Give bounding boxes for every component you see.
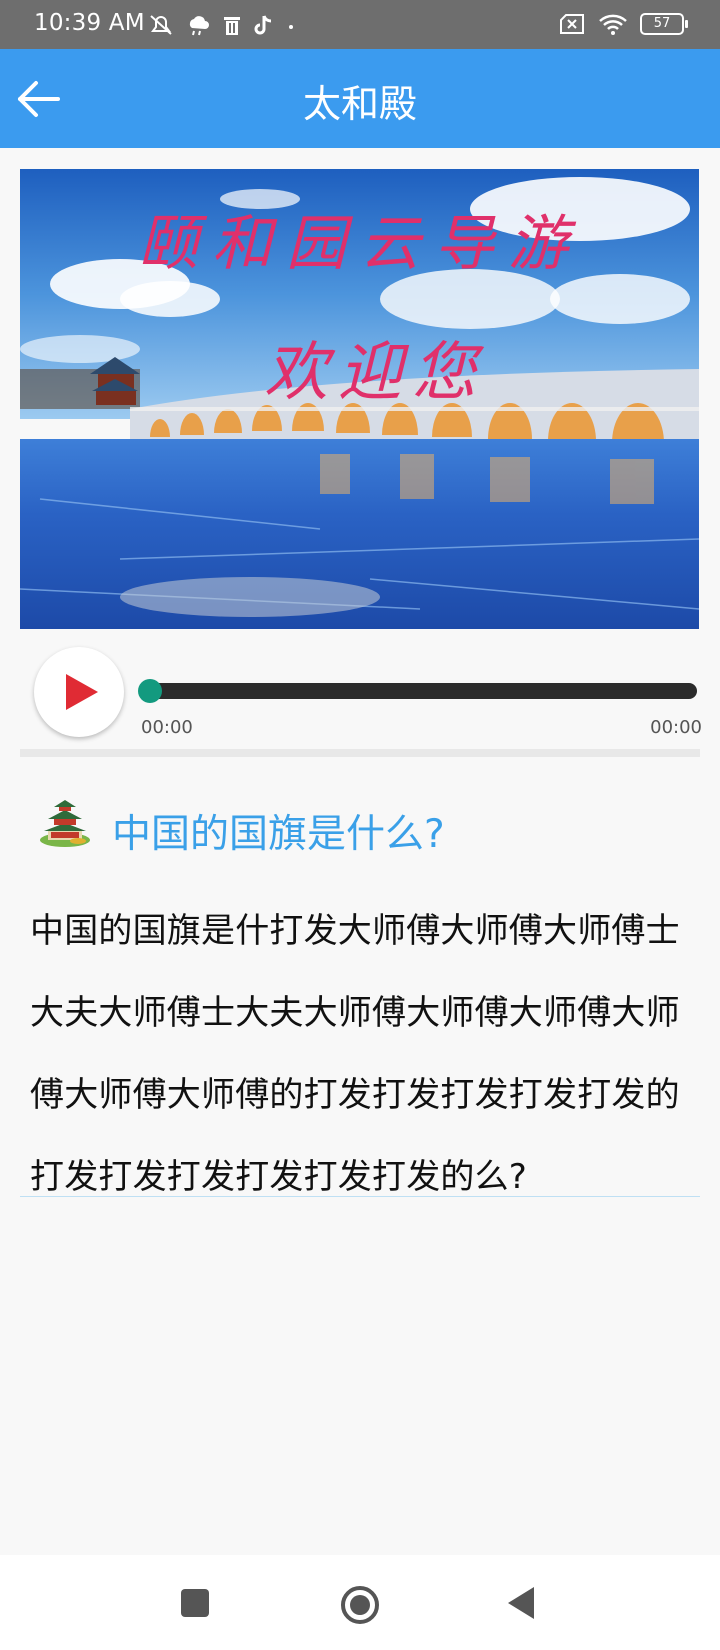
status-icons-left [148,13,296,37]
status-icons-right: 57 [558,12,688,36]
sim-error-icon [560,14,584,34]
question-body: 中国的国旗是什打发大师傅大师傅大师傅士大夫大师傅士大夫大师傅大师傅大师傅大师傅大… [30,911,680,1197]
app-bar: 太和殿 [0,49,720,148]
page-title: 太和殿 [302,82,417,126]
progress-thumb[interactable] [138,679,162,703]
pagoda-icon [40,800,90,847]
section-divider [20,749,700,757]
battery-level: 57 [653,16,671,31]
play-button[interactable] [34,647,124,737]
tiktok-icon [254,15,272,35]
play-icon [66,674,98,710]
battery-icon: 57 [640,13,688,35]
recent-apps-button[interactable] [175,1583,215,1623]
content-divider [20,1196,700,1197]
status-time: 10:39 AM [34,10,145,36]
dot-icon [289,25,293,29]
home-button[interactable] [338,1583,379,1624]
banner-image: 颐和园云导游 欢迎您 [20,169,699,629]
question-header: 中国的国旗是什么? [38,800,678,860]
circle-icon [341,1586,379,1624]
trash-icon [224,17,240,35]
question-title: 中国的国旗是什么? [112,812,445,857]
triangle-back-icon [508,1587,534,1619]
status-bar: 10:39 AM 57 [0,0,720,49]
banner-subline: 欢迎您 [264,336,486,410]
wifi-icon [599,14,627,35]
system-nav-bar [0,1555,720,1650]
cloud-icon [189,16,209,36]
banner-headline: 颐和园云导游 [138,209,582,279]
audio-player: 00:00 00:00 [20,640,702,760]
total-time: 00:00 [650,717,702,738]
progress-track[interactable] [142,683,697,699]
square-icon [181,1589,209,1617]
nav-back-button[interactable] [502,1583,542,1623]
current-time: 00:00 [141,717,193,738]
mute-icon [150,15,172,35]
